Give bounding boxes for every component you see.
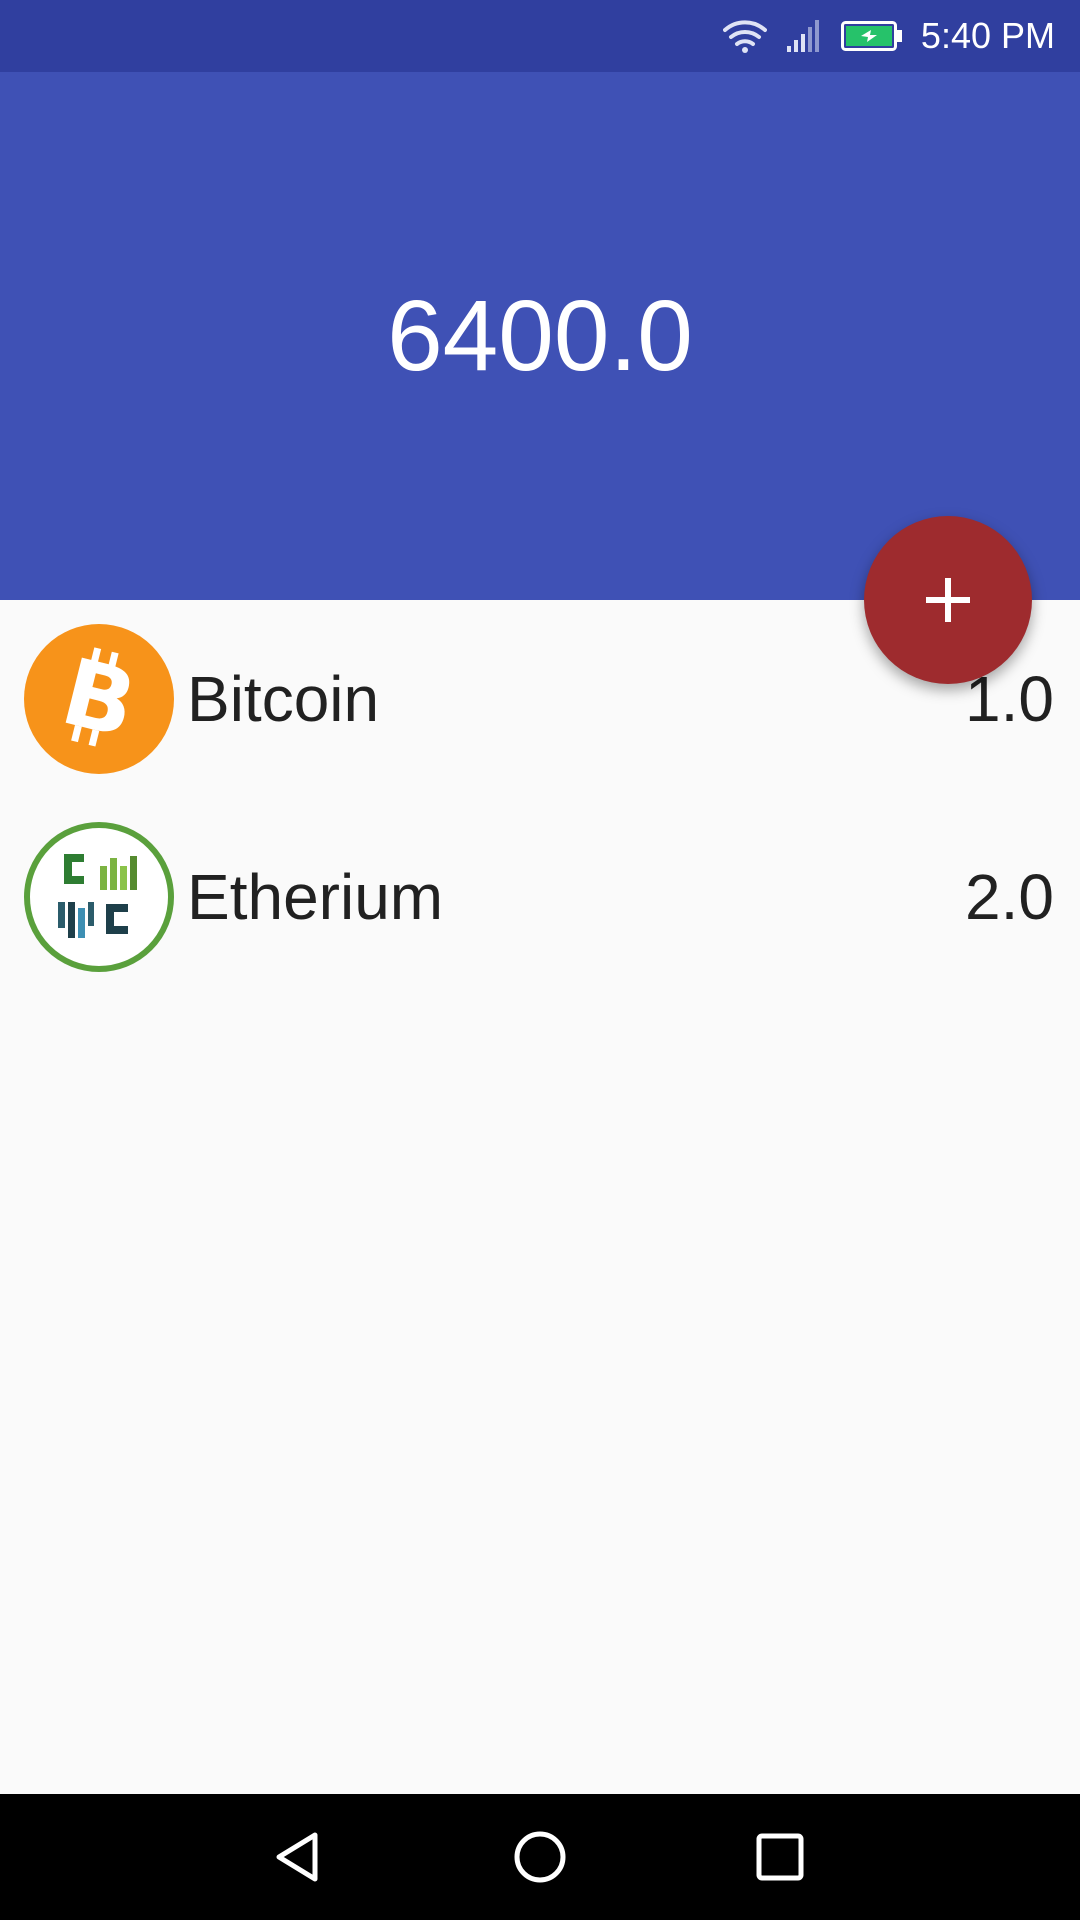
status-bar: 5:40 PM (0, 0, 1080, 72)
coin-name: Bitcoin (187, 663, 380, 735)
status-time: 5:40 PM (920, 15, 1055, 56)
add-coin-button[interactable] (864, 516, 1032, 684)
navigation-bar (0, 1794, 1080, 1920)
coin-logo-icon (24, 822, 174, 972)
home-button[interactable] (477, 1794, 603, 1920)
bitcoin-icon: B (24, 624, 174, 774)
back-button[interactable] (236, 1794, 362, 1920)
wifi-icon (722, 20, 767, 53)
home-icon (514, 1831, 566, 1883)
recents-button[interactable] (717, 1794, 843, 1920)
plus-icon (926, 578, 970, 622)
signal-icon (786, 20, 819, 52)
coin-amount: 2.0 (965, 861, 1054, 933)
status-icons: 5:40 PM (722, 0, 1055, 72)
coin-name: Etherium (187, 861, 444, 933)
battery-charging-icon (840, 21, 902, 51)
list-item-etherium[interactable]: Etherium 2.0 (0, 798, 1080, 996)
recents-icon (756, 1833, 804, 1881)
back-icon (276, 1832, 318, 1882)
